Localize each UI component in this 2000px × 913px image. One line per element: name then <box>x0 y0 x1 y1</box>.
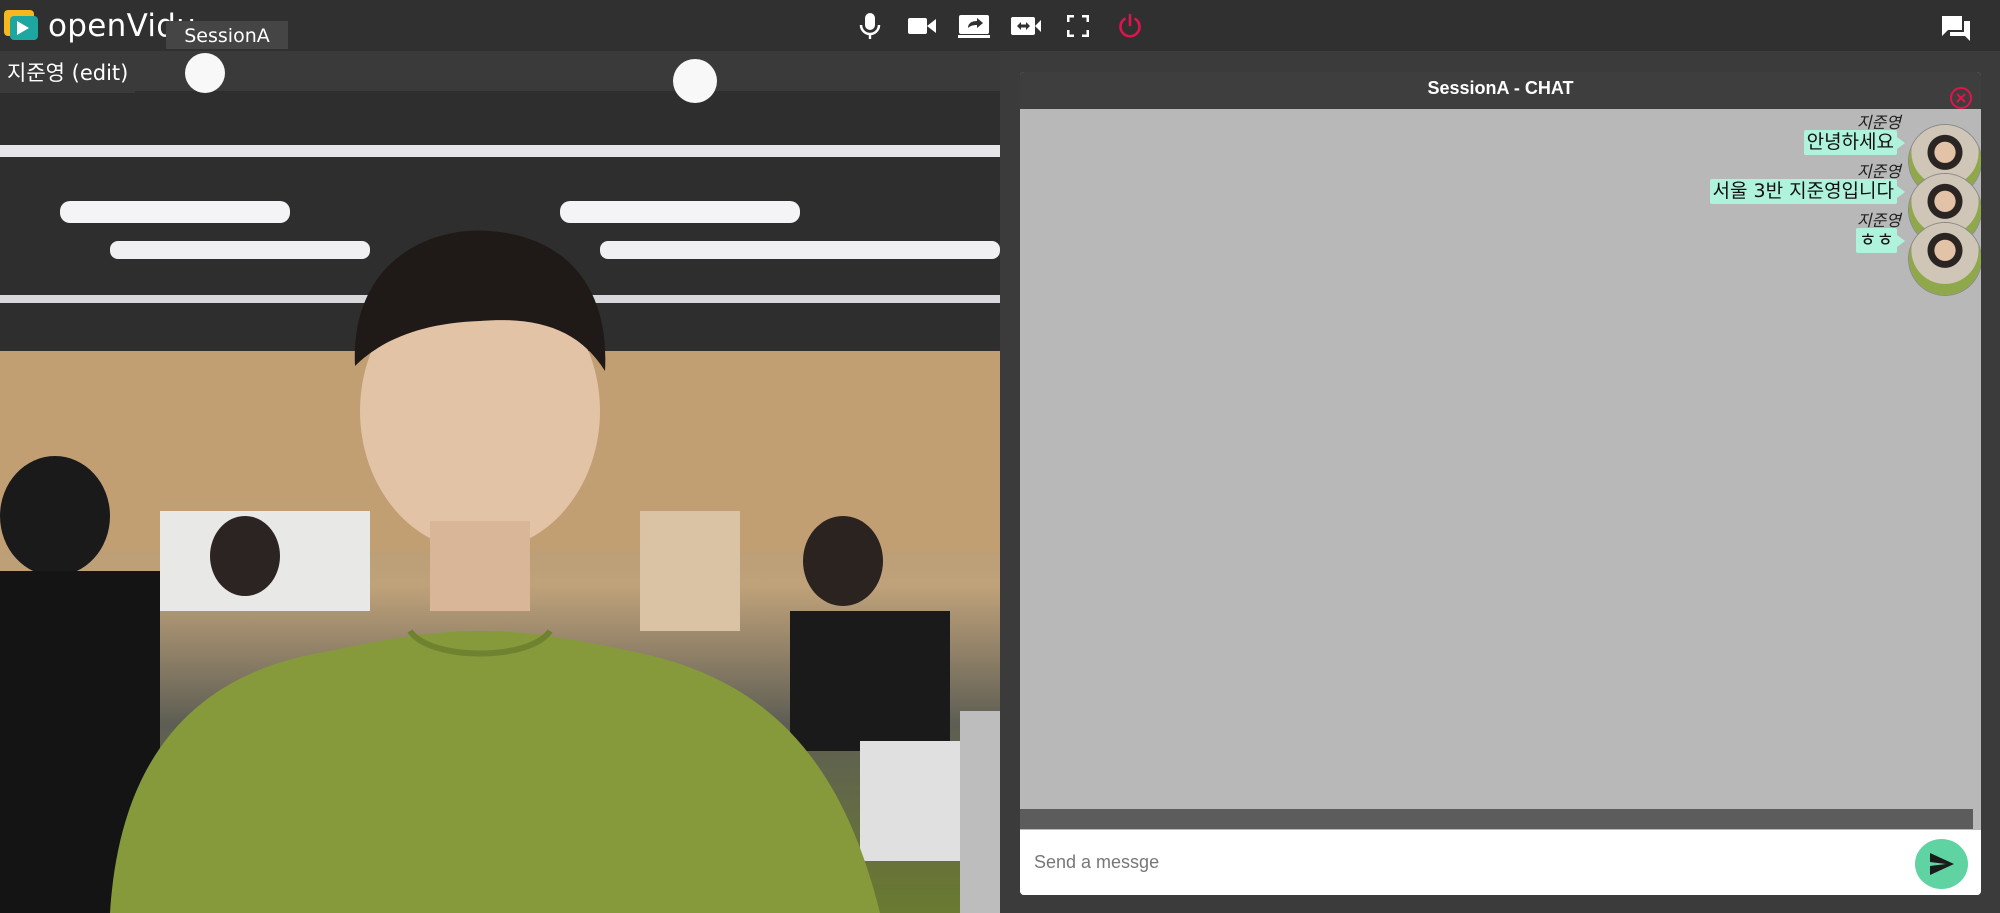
camera-icon[interactable] <box>905 10 939 42</box>
chat-input-bar <box>1020 830 1981 895</box>
close-icon <box>1950 87 1972 109</box>
send-button[interactable] <box>1915 839 1968 889</box>
message-input[interactable] <box>1032 844 1916 880</box>
fullscreen-icon[interactable] <box>1061 10 1095 42</box>
chat-toggle-icon[interactable] <box>1940 13 1972 43</box>
chat-message: 지준영 ㅎㅎ <box>1381 207 1981 295</box>
chat-panel: SessionA - CHAT 지준영 안녕하세요 지준영 서울 3반 지준영입… <box>1020 72 1981 895</box>
participant-nickname[interactable]: 지준영 (edit) <box>0 53 136 93</box>
microphone-icon[interactable] <box>853 10 887 42</box>
send-icon <box>1929 853 1954 875</box>
chat-title: SessionA - CHAT <box>1020 72 1981 109</box>
switch-camera-icon[interactable] <box>1009 10 1043 42</box>
openvidu-logo-icon <box>2 7 40 45</box>
toolbar: openVidu SessionA <box>0 0 2000 51</box>
camera-feed-image <box>0 51 1000 913</box>
avatar <box>1909 223 1981 295</box>
message-text: 서울 3반 지준영입니다 <box>1709 179 1905 204</box>
leave-session-icon[interactable] <box>1113 10 1147 42</box>
message-text: ㅎㅎ <box>1856 228 1905 253</box>
close-chat-button[interactable] <box>1949 86 1972 109</box>
chat-message: 지준영 서울 3반 지준영입니다 <box>1381 158 1981 246</box>
chat-message: 지준영 안녕하세요 <box>1381 109 1981 197</box>
message-text: 안녕하세요 <box>1803 130 1906 155</box>
video-stream: 지준영 (edit) <box>0 51 1000 913</box>
screen-share-icon[interactable] <box>957 10 991 42</box>
chat-divider <box>1020 809 1973 829</box>
session-name: SessionA <box>166 21 288 49</box>
